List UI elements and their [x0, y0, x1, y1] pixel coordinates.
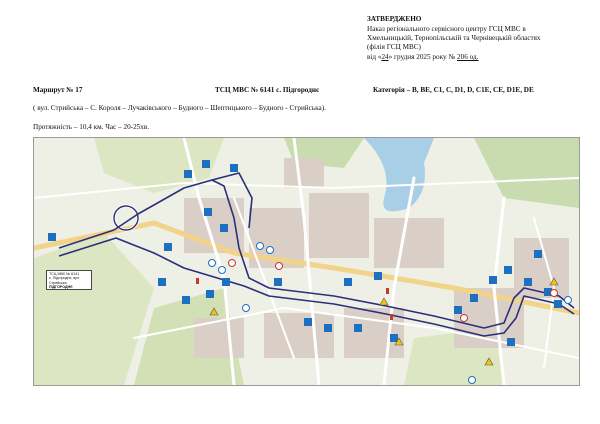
- route-test-center: ТСЦ МВС № 6141 с. Підгороднє: [215, 86, 320, 94]
- approval-number: 206 од.: [457, 53, 479, 61]
- approval-day: 24: [381, 53, 389, 61]
- map-legend-line-3: ПІДГОРОДНЄ: [49, 285, 73, 290]
- approval-date-line: від «24» грудня 2025 року № 206 од.: [367, 53, 478, 62]
- route-map: ТСЦ МВС № 6141 с. Підгороднє, вул. Стрий…: [33, 137, 580, 386]
- route-streets: ( вул. Стрийська – С. Короля – Лучаківсь…: [33, 104, 326, 112]
- route-map-drawing: [34, 138, 579, 385]
- route-label: Маршрут № 17: [33, 86, 83, 94]
- approval-month: » грудня 2025 року №: [388, 53, 456, 61]
- approval-order-line-1: Наказ регіонального сервісного центру ГС…: [367, 25, 526, 33]
- route-categories: Категорія – B, BE, C1, C, D1, D, C1E, CE…: [373, 86, 534, 94]
- route-length-time: Протяжність – 10,4 км. Час – 20-25хв.: [33, 123, 150, 131]
- approval-title: ЗАТВЕРДЖЕНО: [367, 15, 422, 23]
- map-legend: ТСЦ МВС № 6141 с. Підгороднє, вул. Стрий…: [46, 270, 92, 290]
- approval-order-line-2: Хмельницькій, Тернопільській та Чернівец…: [367, 34, 541, 42]
- approval-order-line-3: (філія ГСЦ МВС): [367, 43, 421, 51]
- map-legend-line-2: с. Підгороднє, вул. Стрийська: [49, 276, 80, 285]
- approval-date-prefix: від «: [367, 53, 382, 61]
